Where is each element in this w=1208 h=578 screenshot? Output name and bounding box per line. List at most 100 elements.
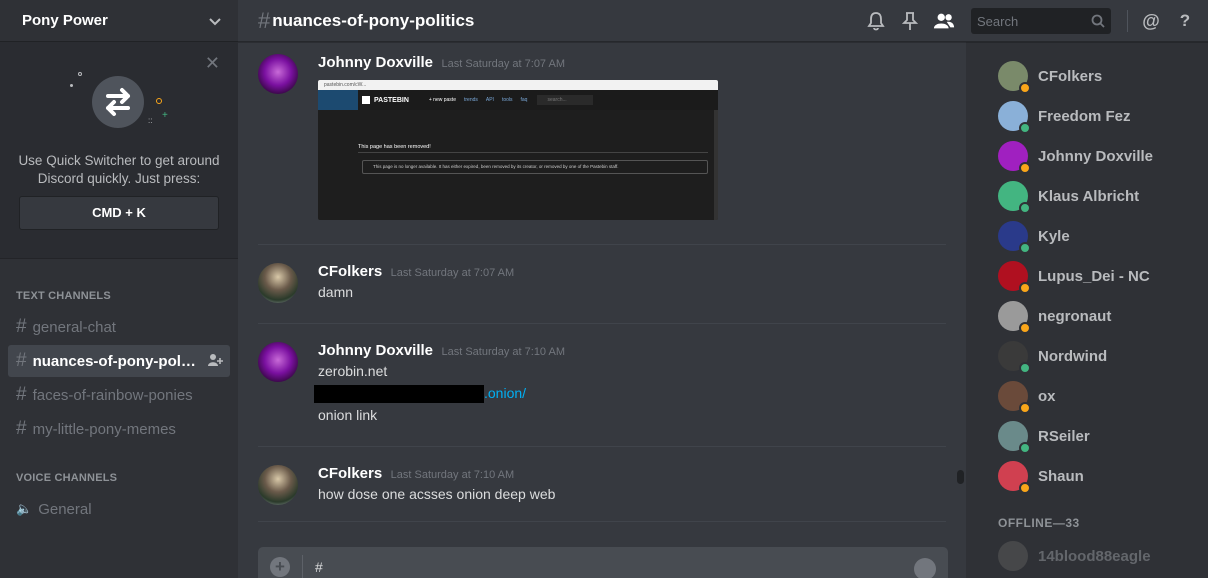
member-item[interactable]: Freedom Fez — [966, 96, 1208, 136]
avatar — [998, 541, 1028, 571]
message-composer[interactable]: + # — [258, 547, 948, 578]
guild-name: Pony Power — [22, 12, 108, 29]
voice-channels-category[interactable]: VOICE CHANNELS — [0, 472, 238, 484]
embed-nav: trends — [463, 97, 478, 103]
avatar — [998, 101, 1031, 134]
member-name: CFolkers — [1038, 67, 1103, 85]
timestamp: Last Saturday at 7:07 AM — [441, 58, 566, 70]
swap-arrows-icon — [92, 76, 144, 128]
username[interactable]: Johnny Doxville — [318, 342, 433, 359]
channel-nuances-of-pony-politics[interactable]: # nuances-of-pony-politics — [8, 345, 230, 377]
channel-general-chat[interactable]: # general-chat — [8, 311, 230, 343]
timestamp: Last Saturday at 7:10 AM — [390, 469, 515, 481]
avatar — [998, 421, 1031, 454]
channel-faces-of-rainbow-ponies[interactable]: # faces-of-rainbow-ponies — [8, 379, 230, 411]
search-placeholder: Search — [977, 13, 1019, 29]
status-indicator — [1019, 482, 1031, 494]
header-toolbar: Search @ ? — [859, 0, 1208, 42]
member-item[interactable]: CFolkers — [966, 56, 1208, 96]
message-input[interactable]: # — [315, 559, 323, 575]
toolbar-divider — [1127, 10, 1128, 32]
help-icon[interactable]: ? — [1174, 10, 1196, 32]
avatar — [998, 261, 1031, 294]
channel-name: my-little-pony-memes — [32, 420, 176, 438]
pin-icon[interactable] — [899, 10, 921, 32]
members-icon[interactable] — [933, 10, 955, 32]
status-indicator — [1019, 322, 1031, 334]
member-name: RSeiler — [1038, 427, 1090, 445]
shortcut-key: CMD + K — [19, 196, 219, 230]
channel-header: # nuances-of-pony-politics Search @ ? — [238, 0, 1208, 42]
chat-area: # nuances-of-pony-politics Search @ ? Jo… — [238, 0, 1208, 578]
member-name: Nordwind — [1038, 347, 1108, 365]
member-item[interactable]: Klaus Albricht — [966, 176, 1208, 216]
mention-icon[interactable]: @ — [1140, 10, 1162, 32]
redacted-block — [314, 385, 484, 404]
member-name: 14blood88eagle — [1038, 547, 1151, 565]
member-item[interactable]: Nordwind — [966, 336, 1208, 376]
channel-my-little-pony-memes[interactable]: # my-little-pony-memes — [8, 413, 230, 445]
embed-search: search... — [537, 95, 594, 105]
member-item[interactable]: Shaun — [966, 456, 1208, 496]
channel-name: general-chat — [32, 318, 116, 336]
chevron-down-icon[interactable] — [208, 14, 222, 28]
avatar[interactable] — [258, 342, 298, 382]
quick-switcher-text: Use Quick Switcher to get around Discord… — [18, 153, 220, 186]
status-indicator — [1019, 202, 1031, 214]
member-item[interactable]: ox — [966, 376, 1208, 416]
avatar[interactable] — [258, 54, 298, 94]
member-item[interactable]: RSeiler — [966, 416, 1208, 456]
avatar — [998, 61, 1031, 94]
member-item[interactable]: 14blood88eagle — [966, 536, 1208, 576]
emoji-icon[interactable] — [914, 558, 936, 578]
invite-icon[interactable] — [208, 353, 224, 369]
embed-nav: tools — [501, 97, 513, 103]
embed-nav: + new paste — [428, 97, 456, 103]
hash-icon: # — [16, 316, 27, 337]
hash-icon: # — [16, 418, 27, 439]
status-indicator — [1019, 282, 1031, 294]
scroll-thumb[interactable] — [957, 470, 964, 484]
quick-switcher-tip: ✕ + :: Use Quick Switcher to get around … — [0, 42, 238, 259]
close-icon[interactable]: ✕ — [205, 54, 220, 72]
message-text: how dose one acsses onion deep web — [318, 486, 556, 502]
username[interactable]: Johnny Doxville — [318, 54, 433, 71]
bell-icon[interactable] — [865, 10, 887, 32]
avatar — [998, 341, 1031, 374]
status-indicator — [1019, 242, 1031, 254]
message-scrollbar[interactable] — [955, 50, 965, 578]
member-item[interactable]: negronaut — [966, 296, 1208, 336]
hash-icon: # — [16, 350, 27, 371]
voice-channel-general[interactable]: 🔈 General — [8, 493, 230, 525]
member-name: Johnny Doxville — [1038, 147, 1154, 165]
username[interactable]: CFolkers — [318, 263, 382, 280]
status-indicator — [1019, 362, 1031, 374]
image-attachment[interactable]: pastebin.com/cW... PASTEBIN + new paste … — [318, 80, 718, 220]
guild-header[interactable]: Pony Power — [0, 0, 238, 42]
member-name: Lupus_Dei - NC — [1038, 267, 1150, 285]
speaker-icon: 🔈 — [16, 501, 33, 516]
channel-sidebar: Pony Power ✕ + :: Use Quick Switcher to … — [0, 0, 238, 578]
avatar — [998, 181, 1031, 214]
upload-plus-icon[interactable]: + — [270, 557, 290, 577]
username[interactable]: CFolkers — [318, 465, 382, 482]
search-input[interactable]: Search — [971, 8, 1111, 34]
member-name: Kyle — [1038, 227, 1070, 245]
avatar[interactable] — [258, 263, 298, 303]
text-channels-category[interactable]: TEXT CHANNELS — [0, 290, 238, 302]
timestamp: Last Saturday at 7:10 AM — [441, 346, 566, 358]
avatar — [998, 221, 1031, 254]
avatar[interactable] — [258, 465, 298, 505]
member-item[interactable]: Kyle — [966, 216, 1208, 256]
message-text: damn — [318, 284, 354, 300]
message-text: onion link — [318, 407, 378, 423]
search-icon — [1091, 14, 1105, 28]
member-item[interactable]: Lupus_Dei - NC — [966, 256, 1208, 296]
status-indicator — [1019, 442, 1031, 454]
onion-link[interactable]: .onion/ — [484, 385, 526, 401]
member-item[interactable]: Johnny Doxville — [966, 136, 1208, 176]
pastebin-logo-icon — [362, 96, 370, 104]
channel-title: nuances-of-pony-politics — [272, 10, 475, 30]
embed-nav: faq — [520, 97, 528, 103]
member-list: CFolkers Freedom Fez Johnny Doxville Klaus … — [966, 42, 1208, 578]
